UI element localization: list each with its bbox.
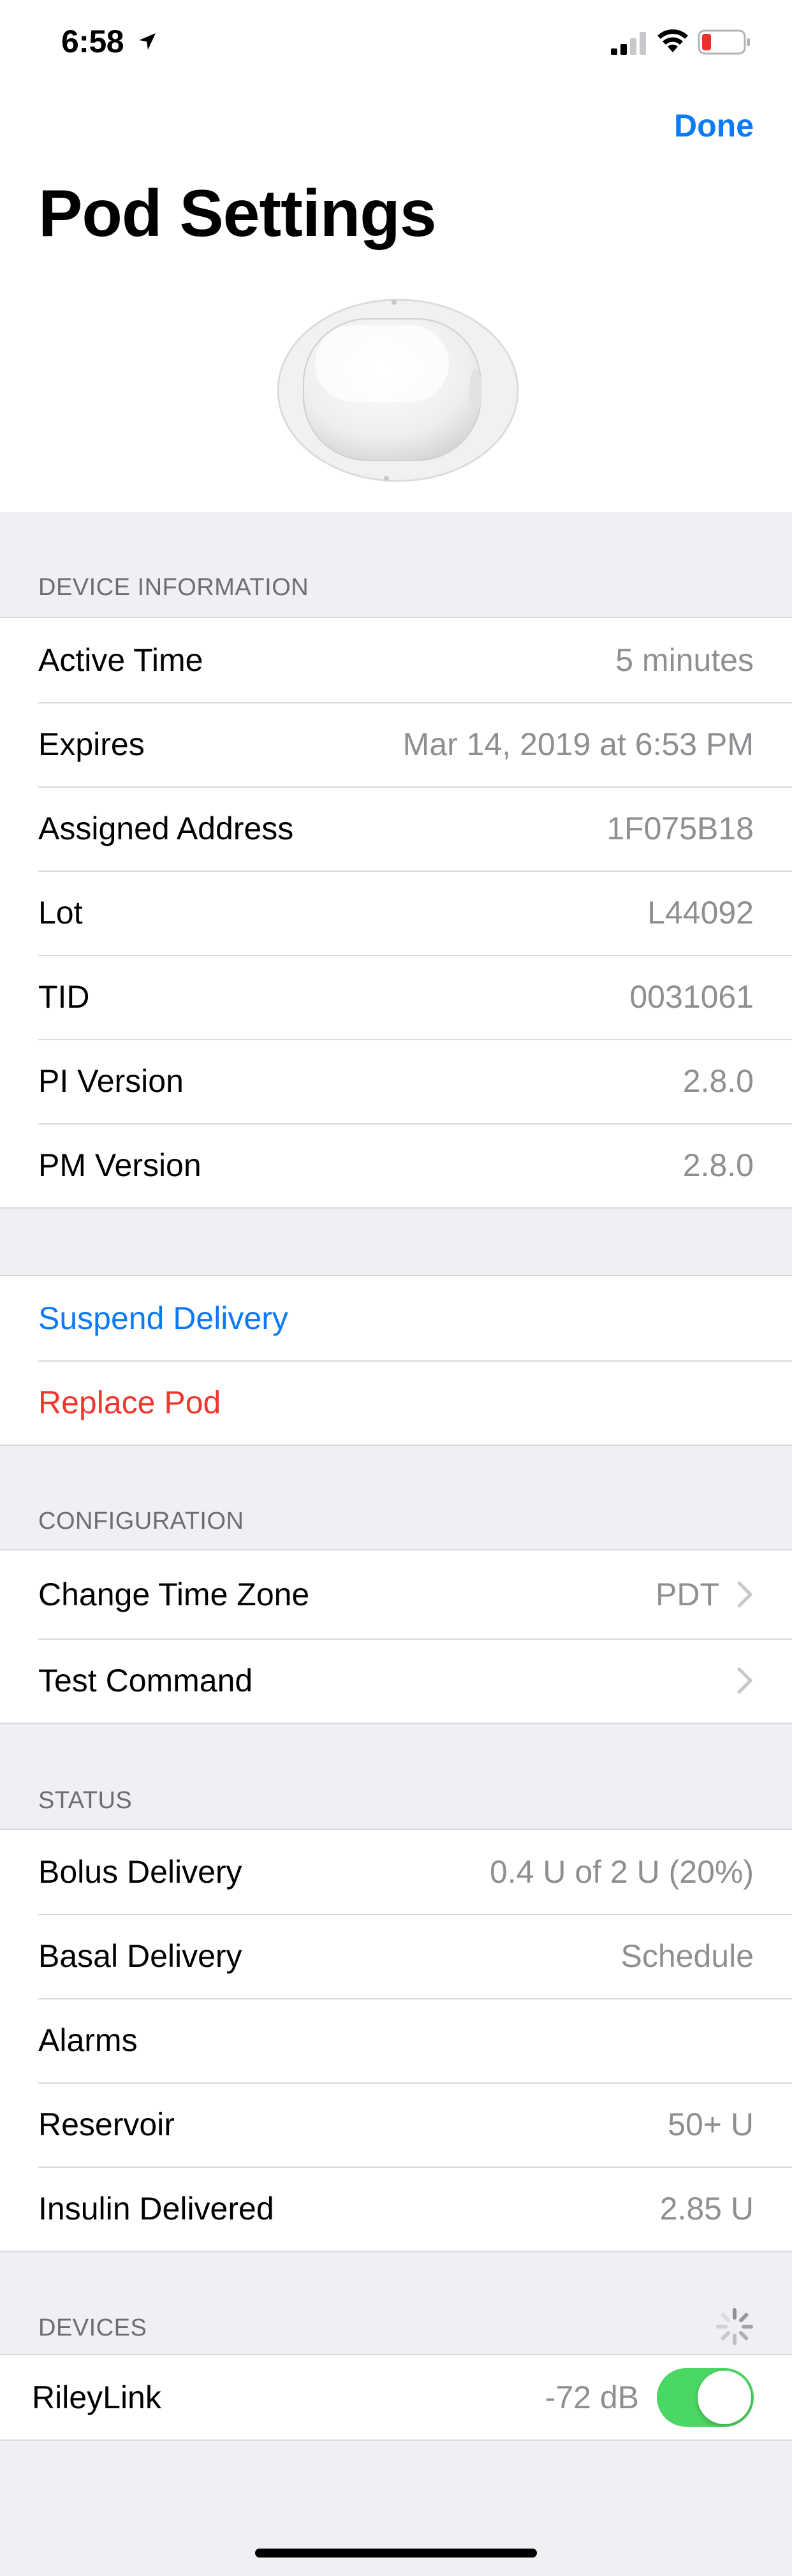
time-zone-value: PDT [656,1577,719,1612]
row-label: Bolus Delivery [38,1854,242,1890]
suspend-delivery-label: Suspend Delivery [38,1300,288,1336]
test-command-row[interactable]: Test Command [0,1638,792,1723]
row-label: Basal Delivery [38,1938,242,1974]
home-indicator [255,2549,537,2558]
row-value: 2.8.0 [682,1147,754,1183]
done-button[interactable]: Done [674,107,754,144]
row-label: Active Time [38,642,203,678]
configuration-header: CONFIGURATION [38,1508,244,1535]
devices-group: RileyLink -72 dB [0,2354,792,2441]
lot-row: Lot L44092 [0,871,792,955]
status-group: Bolus Delivery 0.4 U of 2 U (20%) Basal … [0,1829,792,2252]
row-value: 0.4 U of 2 U (20%) [489,1854,754,1890]
row-label: PM Version [38,1147,202,1183]
actions-group: Suspend Delivery Replace Pod [0,1275,792,1446]
basal-delivery-row: Basal Delivery Schedule [0,1914,792,1998]
alarms-row: Alarms [0,1998,792,2082]
row-value: Schedule [620,1938,754,1974]
change-time-zone-row[interactable]: Change Time Zone PDT [0,1550,792,1638]
configuration-group: Change Time Zone PDT Test Command [0,1549,792,1724]
row-label: PI Version [38,1063,184,1099]
suspend-delivery-button[interactable]: Suspend Delivery [0,1276,792,1360]
row-label: Insulin Delivered [38,2191,274,2226]
device-information-group: Active Time 5 minutes Expires Mar 14, 20… [0,617,792,1209]
row-value: 2.8.0 [682,1063,754,1099]
insulin-delivered-row: Insulin Delivered 2.85 U [0,2167,792,2251]
battery-low-icon [698,29,750,55]
row-label: Assigned Address [38,811,294,846]
rileylink-toggle[interactable] [657,2368,754,2427]
header-area: 6:58 Done Pod Settings [0,0,792,512]
row-value: L44092 [647,895,754,931]
row-value: Mar 14, 2019 at 6:53 PM [402,726,754,762]
toggle-knob [698,2371,751,2424]
expires-row: Expires Mar 14, 2019 at 6:53 PM [0,702,792,786]
chevron-right-icon [737,1581,752,1608]
rileylink-label: RileyLink [32,2380,161,2415]
status-bar: 6:58 [0,0,792,84]
pod-image [277,298,519,482]
replace-pod-button[interactable]: Replace Pod [0,1360,792,1445]
row-label: Expires [38,726,145,762]
row-value: 2.85 U [659,2191,754,2226]
row-label: Test Command [38,1663,253,1698]
replace-pod-label: Replace Pod [38,1385,221,1420]
devices-header: DEVICES [38,2315,147,2341]
row-value: 50+ U [668,2107,754,2142]
pm-version-row: PM Version 2.8.0 [0,1123,792,1207]
wifi-icon [657,29,688,52]
row-value: 0031061 [629,979,754,1015]
row-value: 5 minutes [615,642,754,678]
tid-row: TID 0031061 [0,955,792,1039]
pi-version-row: PI Version 2.8.0 [0,1039,792,1123]
row-label: Reservoir [38,2107,175,2142]
cellular-signal-icon [611,32,646,55]
bolus-delivery-row: Bolus Delivery 0.4 U of 2 U (20%) [0,1830,792,1914]
reservoir-row: Reservoir 50+ U [0,2082,792,2167]
row-value: 1F075B18 [606,811,754,846]
chevron-right-icon [737,1667,752,1694]
row-label: Alarms [38,2022,138,2058]
row-label: Change Time Zone [38,1577,310,1612]
row-label: Lot [38,895,83,931]
status-header: STATUS [38,1787,133,1814]
device-information-header: DEVICE INFORMATION [38,574,309,601]
active-time-row: Active Time 5 minutes [0,618,792,702]
location-arrow-icon [139,33,156,50]
rileylink-row[interactable]: RileyLink -72 dB [0,2355,792,2440]
page-title: Pod Settings [38,177,437,251]
rileylink-signal: -72 dB [545,2380,639,2415]
activity-spinner-icon [716,2308,753,2345]
assigned-address-row: Assigned Address 1F075B18 [0,786,792,871]
status-time: 6:58 [61,24,124,59]
row-label: TID [38,979,90,1015]
